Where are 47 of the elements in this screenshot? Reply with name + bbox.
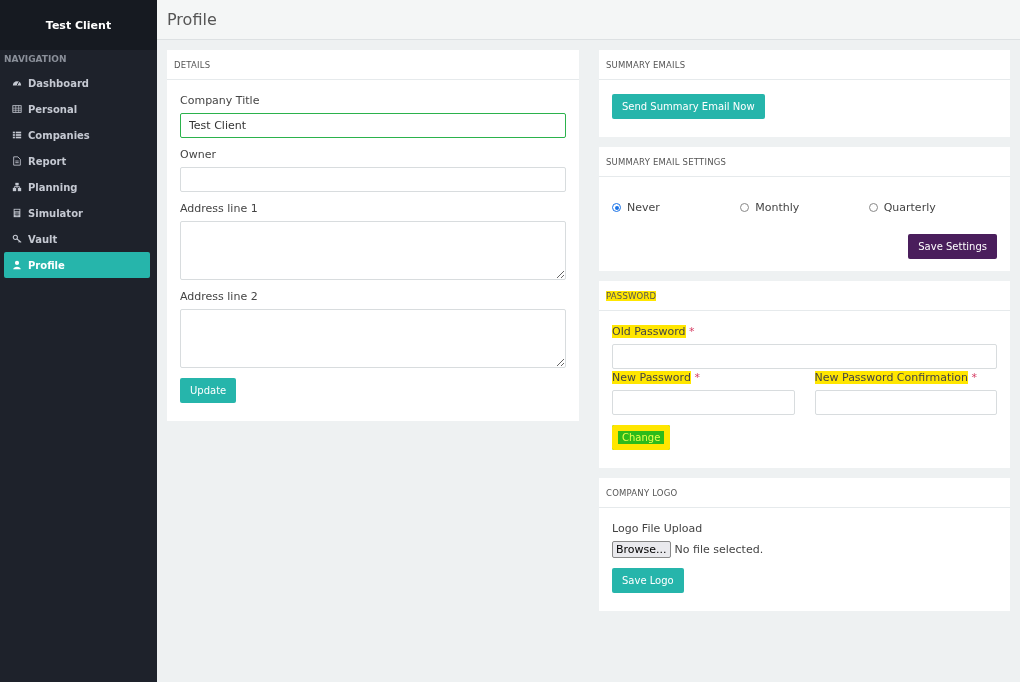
field-label: New Password [612,371,691,384]
browse-button[interactable]: Browse... [612,541,671,558]
sidebar-item[interactable]: Dashboard [4,70,150,96]
sidebar-item[interactable]: Vault [4,226,150,252]
textarea-field[interactable] [180,221,566,280]
gauge-icon [12,78,22,88]
sidebar-item[interactable]: Planning [4,174,150,200]
radio-label: Monthly [755,201,800,214]
brand-title: Test Client [0,0,157,50]
field-label: Old Password [612,325,686,338]
required-mark: * [694,371,700,384]
card-heading: COMPANY LOGO [606,487,678,498]
page-title: Profile [167,10,217,29]
table-icon [12,104,22,114]
required-mark: * [689,325,695,338]
sidebar-item[interactable]: Personal [4,96,150,122]
password-field[interactable] [814,390,997,415]
file-status: No file selected. [674,543,764,556]
sitemap-icon [12,182,22,192]
field-label: Address line 2 [180,290,259,303]
sidebar-item[interactable]: Companies [4,122,150,148]
key-icon [12,234,22,244]
password-field[interactable] [612,344,997,369]
field-label: Logo File Upload [612,522,704,535]
card-heading: DETAILS [174,59,211,70]
required-mark: * [971,371,978,384]
file-icon [12,156,22,166]
nav-section-label: NAVIGATION [3,53,68,66]
card-heading: PASSWORD [606,290,657,301]
text-input[interactable] [180,167,566,192]
sidebar-item[interactable]: Report [4,148,150,174]
textarea-field[interactable] [180,309,566,368]
sidebar-item[interactable]: Simulator [4,200,150,226]
calculator-icon [12,208,22,218]
card-heading: SUMMARY EMAIL SETTINGS [606,156,727,167]
radio-label: Never [627,201,660,214]
field-label: Company Title [180,94,261,107]
card-heading: SUMMARY EMAILS [606,59,686,70]
list-icon [12,130,22,140]
field-label: Owner [180,148,217,161]
user-icon [12,260,22,270]
save-settings-button[interactable]: Save Settings [908,234,997,259]
password-field[interactable] [612,390,795,415]
field-label: Address line 1 [180,202,259,215]
radio-label: Quarterly [883,201,936,214]
field-label: New Password Confirmation [814,371,969,384]
text-input[interactable]: Test Client [180,113,566,138]
